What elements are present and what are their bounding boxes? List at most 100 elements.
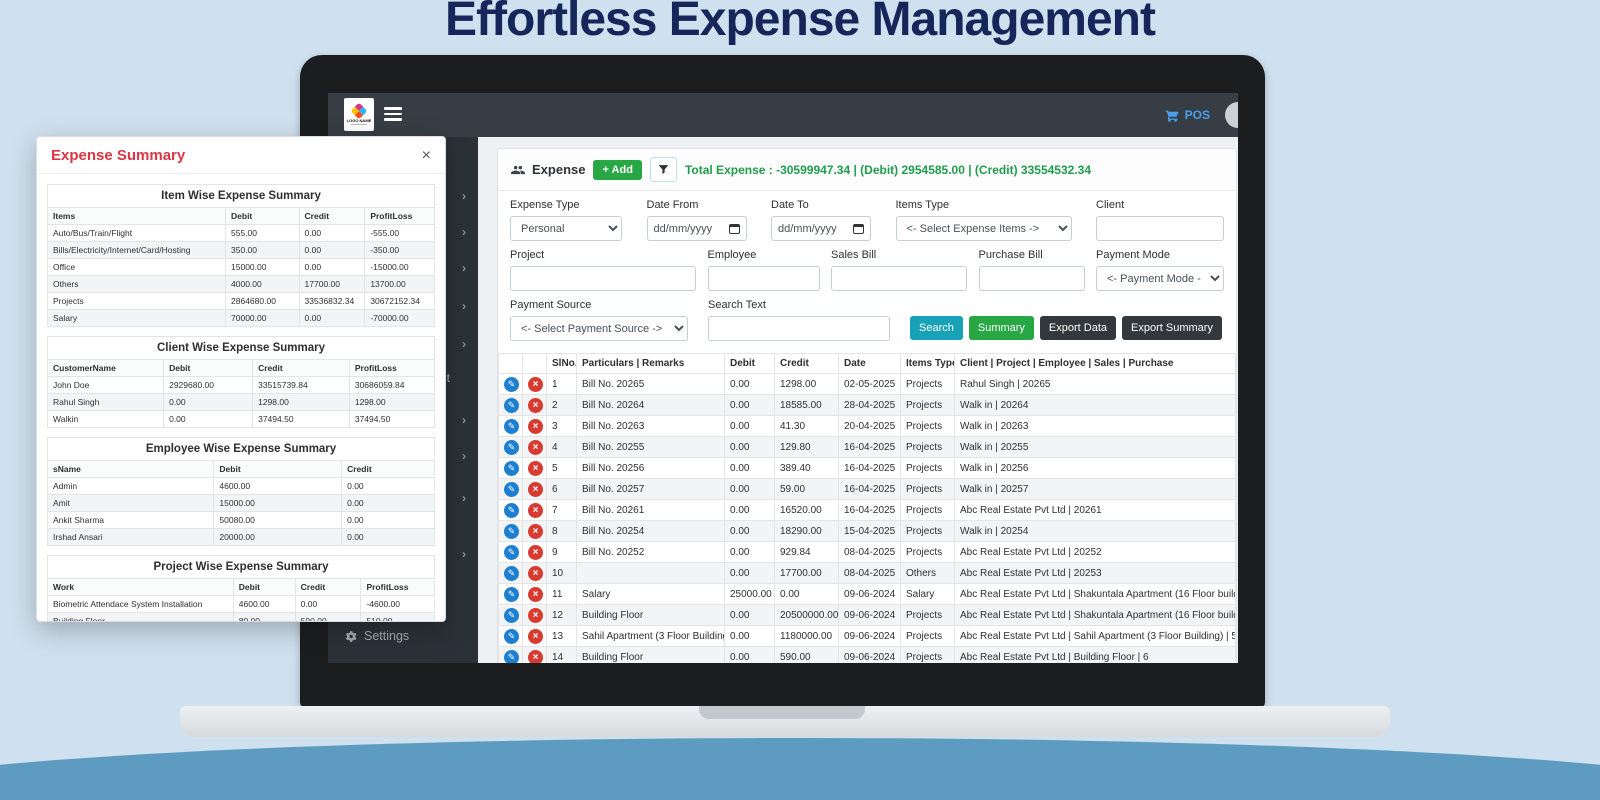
- chevron-right-icon[interactable]: ›: [462, 262, 466, 274]
- col-credit: Credit: [775, 354, 839, 374]
- expense-type-select[interactable]: Personal: [510, 216, 622, 241]
- summary-button[interactable]: Summary: [969, 316, 1034, 340]
- search-button[interactable]: Search: [910, 316, 963, 340]
- date-placeholder: dd/mm/yyyy: [654, 223, 713, 235]
- table-row: ✎×1Bill No. 202650.001298.0002-05-2025Pr…: [499, 374, 1236, 395]
- filter-payment-source: Payment Source <- Select Payment Source …: [510, 299, 688, 341]
- edit-icon[interactable]: ✎: [504, 545, 519, 560]
- delete-icon[interactable]: ×: [528, 629, 543, 644]
- sidebar-item-settings[interactable]: Settings: [344, 629, 409, 643]
- calendar-icon[interactable]: [729, 224, 740, 234]
- chevron-right-icon[interactable]: ›: [462, 338, 466, 350]
- payment-mode-select[interactable]: <- Payment Mode ->: [1096, 266, 1224, 291]
- filter-label: Payment Source: [510, 299, 688, 311]
- summary-sections: Item Wise Expense SummaryItemsDebitCredi…: [37, 174, 445, 622]
- export-summary-button[interactable]: Export Summary: [1122, 316, 1222, 340]
- chevron-right-icon[interactable]: ›: [462, 450, 466, 462]
- chevron-right-icon[interactable]: ›: [462, 548, 466, 560]
- edit-icon[interactable]: ✎: [504, 650, 519, 664]
- app-logo[interactable]: LOGO NAME: [344, 98, 374, 131]
- delete-icon[interactable]: ×: [528, 440, 543, 455]
- date-to-input[interactable]: dd/mm/yyyy: [771, 216, 871, 241]
- edit-icon[interactable]: ✎: [504, 629, 519, 644]
- filter-employee: Employee: [708, 249, 820, 291]
- summary-col-header: ProfitLoss: [349, 360, 434, 377]
- col-particulars: Particulars | Remarks: [577, 354, 725, 374]
- delete-icon[interactable]: ×: [528, 524, 543, 539]
- expense-summary-modal: Expense Summary × Item Wise Expense Summ…: [36, 136, 446, 622]
- delete-icon[interactable]: ×: [528, 608, 543, 623]
- table-row: ✎×2Bill No. 202640.0018585.0028-04-2025P…: [499, 395, 1236, 416]
- employee-input[interactable]: [708, 266, 820, 291]
- edit-icon[interactable]: ✎: [504, 461, 519, 476]
- summary-row: Office15000.000.00-15000.00: [48, 259, 435, 276]
- delete-icon[interactable]: ×: [528, 545, 543, 560]
- close-icon[interactable]: ×: [422, 149, 431, 163]
- edit-icon[interactable]: ✎: [504, 608, 519, 623]
- filter-button[interactable]: [650, 157, 677, 182]
- sales-bill-input[interactable]: [831, 266, 967, 291]
- filter-label: Client: [1096, 199, 1224, 211]
- edit-icon[interactable]: ✎: [504, 524, 519, 539]
- edit-icon[interactable]: ✎: [504, 587, 519, 602]
- filter-date-to: Date To dd/mm/yyyy: [771, 199, 871, 241]
- chevron-right-icon[interactable]: ›: [462, 300, 466, 312]
- filter-label: Employee: [708, 249, 820, 261]
- items-type-select[interactable]: <- Select Expense Items ->: [896, 216, 1072, 241]
- edit-icon[interactable]: ✎: [504, 482, 519, 497]
- action-buttons: Search Summary Export Data Export Summar…: [890, 299, 1224, 341]
- expense-panel: Expense + Add Total Expense : -30599947.…: [497, 148, 1237, 663]
- edit-icon[interactable]: ✎: [504, 566, 519, 581]
- date-placeholder: dd/mm/yyyy: [778, 223, 837, 235]
- summary-col-header: Work: [48, 579, 234, 596]
- edit-icon[interactable]: ✎: [504, 419, 519, 434]
- panel-title: Expense: [510, 162, 585, 177]
- chevron-right-icon[interactable]: ›: [462, 226, 466, 238]
- delete-icon[interactable]: ×: [528, 419, 543, 434]
- summary-row: John Doe2929680.0033515739.8430686059.84: [48, 377, 435, 394]
- delete-icon[interactable]: ×: [528, 587, 543, 602]
- table-row: ✎×100.0017700.0008-04-2025OthersAbc Real…: [499, 563, 1236, 584]
- edit-icon[interactable]: ✎: [504, 440, 519, 455]
- add-button[interactable]: + Add: [593, 160, 641, 180]
- delete-icon[interactable]: ×: [528, 566, 543, 581]
- avatar[interactable]: [1225, 102, 1238, 128]
- delete-icon[interactable]: ×: [528, 482, 543, 497]
- summary-row: Walkin0.0037494.5037494.50: [48, 411, 435, 428]
- delete-icon[interactable]: ×: [528, 398, 543, 413]
- edit-icon[interactable]: ✎: [504, 398, 519, 413]
- delete-icon[interactable]: ×: [528, 461, 543, 476]
- summary-section-title: Employee Wise Expense Summary: [48, 438, 435, 461]
- summary-col-header: Debit: [164, 360, 253, 377]
- search-text-input[interactable]: [708, 316, 890, 341]
- summary-section-title: Client Wise Expense Summary: [48, 337, 435, 360]
- client-input[interactable]: [1096, 216, 1224, 241]
- pos-link[interactable]: POS: [1165, 93, 1210, 137]
- pos-label: POS: [1185, 108, 1210, 122]
- filters-section: Expense Type Personal Date From dd/mm/yy…: [498, 191, 1236, 351]
- menu-toggle-icon[interactable]: [384, 107, 402, 124]
- delete-icon[interactable]: ×: [528, 377, 543, 392]
- laptop-screen: LOGO NAME POS ››››››››› nt Settings: [328, 93, 1238, 663]
- edit-icon[interactable]: ✎: [504, 503, 519, 518]
- panel-header: Expense + Add Total Expense : -30599947.…: [498, 149, 1236, 191]
- summary-row: Irshad Ansari20000.000.00: [48, 529, 435, 546]
- payment-source-select[interactable]: <- Select Payment Source ->: [510, 316, 688, 341]
- delete-icon[interactable]: ×: [528, 650, 543, 664]
- summary-col-header: Debit: [214, 461, 342, 478]
- export-data-button[interactable]: Export Data: [1040, 316, 1116, 340]
- chevron-right-icon[interactable]: ›: [462, 414, 466, 426]
- table-row: ✎×9Bill No. 202520.00929.8408-04-2025Pro…: [499, 542, 1236, 563]
- delete-icon[interactable]: ×: [528, 503, 543, 518]
- purchase-bill-input[interactable]: [979, 266, 1085, 291]
- page-title: Effortless Expense Management: [0, 0, 1600, 47]
- summary-row: Bills/Electricity/Internet/Card/Hosting3…: [48, 242, 435, 259]
- edit-icon[interactable]: ✎: [504, 377, 519, 392]
- project-input[interactable]: [510, 266, 696, 291]
- table-row: ✎×12Building Floor0.0020500000.0009-06-2…: [499, 605, 1236, 626]
- chevron-right-icon[interactable]: ›: [462, 190, 466, 202]
- chevron-right-icon[interactable]: ›: [462, 492, 466, 504]
- calendar-icon[interactable]: [853, 224, 864, 234]
- date-from-input[interactable]: dd/mm/yyyy: [647, 216, 747, 241]
- summary-col-header: ProfitLoss: [361, 579, 435, 596]
